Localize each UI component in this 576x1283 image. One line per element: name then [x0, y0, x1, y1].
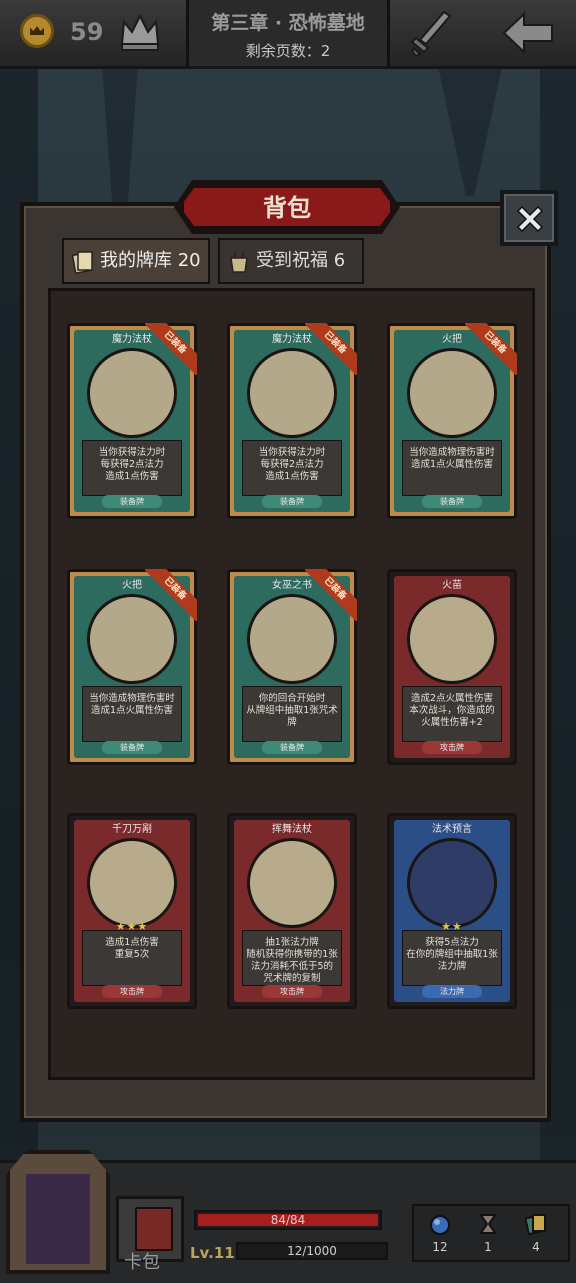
xp-bar: 12/1000: [236, 1242, 388, 1260]
card-description: 当你获得法力时 每获得2点法力 造成1点伤害: [82, 440, 182, 496]
card[interactable]: 挥舞法杖抽1张法力牌 随机获得你携带的1张 法力消耗不低于5的 咒术牌的复制 攻击…: [227, 813, 357, 1009]
hp-bar: 84/84: [194, 1210, 382, 1230]
tab-count: 20: [177, 250, 201, 271]
cards-count: 4: [532, 1240, 540, 1254]
pages-remaining: 剩余页数：2: [245, 42, 331, 60]
equipped-ribbon: 已装备: [305, 323, 357, 375]
card-type: 攻击牌: [102, 985, 162, 998]
card-description: 获得5点法力 在你的牌组中抽取1张 法力牌: [402, 930, 502, 986]
player-level: Lv.11: [190, 1244, 235, 1262]
tab-my-deck[interactable]: 我的牌库 20: [62, 238, 210, 284]
card[interactable]: 千刀万剐 ★★★ 造成1点伤害 重复5次 攻击牌: [67, 813, 197, 1009]
card[interactable]: 女巫之书 你的回合开始时 从牌组中抽取1张咒术牌 装备牌 已装备: [227, 569, 357, 765]
card-grid: 魔力法杖 当你获得法力时 每获得2点法力 造成1点伤害 装备牌 已装备 魔力法杖 当你获得…: [48, 288, 535, 1080]
sword-icon[interactable]: [408, 8, 454, 58]
equipped-ribbon: 已装备: [305, 569, 357, 621]
equipped-label: 已装备: [465, 323, 517, 375]
xp-text: 12/1000: [287, 1244, 337, 1258]
mana-count: 12: [432, 1240, 448, 1254]
hourglass-count: 1: [484, 1240, 492, 1254]
card-art: [247, 838, 337, 928]
card-description: 抽1张法力牌 随机获得你携带的1张 法力消耗不低于5的 咒术牌的复制: [242, 930, 342, 986]
equipped-ribbon: 已装备: [145, 569, 197, 621]
equipped-ribbon: 已装备: [465, 323, 517, 375]
bucket-icon: [230, 251, 248, 273]
chapter-title: 第三章 · 恐怖墓地: [211, 12, 365, 34]
card-description: 造成2点火属性伤害 本次战斗，你造成的 火属性伤害+2: [402, 686, 502, 742]
equipped-label: 已装备: [305, 323, 357, 375]
card-name: 千刀万剐: [112, 824, 152, 835]
card[interactable]: 火苗造成2点火属性伤害 本次战斗，你造成的 火属性伤害+2 攻击牌: [387, 569, 517, 765]
deck-label: 卡包: [124, 1252, 160, 1273]
card-type: 装备牌: [262, 741, 322, 754]
equipped-label: 已装备: [145, 323, 197, 375]
card-type: 装备牌: [102, 495, 162, 508]
tab-count: 6: [333, 250, 346, 271]
card-name: 挥舞法杖: [272, 824, 312, 835]
card-description: 造成1点伤害 重复5次: [82, 930, 182, 986]
modal-title: 背包: [263, 194, 311, 222]
back-arrow-icon[interactable]: [500, 10, 556, 56]
tab-label: 受到祝福: [256, 250, 328, 271]
close-icon: [516, 205, 544, 233]
mana-resource[interactable]: 12: [420, 1200, 460, 1260]
card-type: 攻击牌: [422, 741, 482, 754]
card[interactable]: 法术预言 ★★ 获得5点法力 在你的牌组中抽取1张 法力牌 法力牌: [387, 813, 517, 1009]
cards-icon: [72, 251, 93, 274]
card-art: [407, 594, 497, 684]
equipped-label: 已装备: [145, 569, 197, 621]
card-type: 装备牌: [102, 741, 162, 754]
equipped-label: 已装备: [305, 569, 357, 621]
card-type: 装备牌: [422, 495, 482, 508]
hourglass-icon: [479, 1214, 497, 1234]
card-name: 法术预言: [432, 824, 472, 835]
gold-coin-icon: [20, 14, 54, 48]
card-description: 当你获得法力时 每获得2点法力 造成1点伤害: [242, 440, 342, 496]
card[interactable]: 魔力法杖 当你获得法力时 每获得2点法力 造成1点伤害 装备牌 已装备: [67, 323, 197, 519]
card-art: [407, 838, 497, 928]
close-button[interactable]: [500, 190, 558, 246]
hp-text: 84/84: [270, 1213, 306, 1227]
card-description: 你的回合开始时 从牌组中抽取1张咒术牌: [242, 686, 342, 742]
equipped-ribbon: 已装备: [145, 323, 197, 375]
card-art: [87, 838, 177, 928]
card-description: 当你造成物理伤害时 造成1点火属性伤害: [402, 440, 502, 496]
card[interactable]: 火把 当你造成物理伤害时 造成1点火属性伤害 装备牌 已装备: [387, 323, 517, 519]
top-bar: 59 第三章 · 恐怖墓地 剩余页数：2: [0, 0, 576, 69]
card-type: 法力牌: [422, 985, 482, 998]
tab-blessings[interactable]: 受到祝福 6: [218, 238, 364, 284]
gold-count: 59: [70, 18, 104, 46]
crown-icon[interactable]: [118, 10, 162, 54]
cards-resource[interactable]: 4: [516, 1200, 556, 1260]
chapter-panel: 第三章 · 恐怖墓地 剩余页数：2: [186, 0, 390, 66]
card-description: 当你造成物理伤害时 造成1点火属性伤害: [82, 686, 182, 742]
background-tree: [438, 66, 502, 196]
card[interactable]: 火把 当你造成物理伤害时 造成1点火属性伤害 装备牌 已装备: [67, 569, 197, 765]
card-name: 火苗: [442, 580, 462, 591]
card-pack-icon: [135, 1207, 173, 1251]
card-type: 攻击牌: [262, 985, 322, 998]
tab-label: 我的牌库: [100, 250, 172, 271]
card-type: 装备牌: [262, 495, 322, 508]
card[interactable]: 魔力法杖 当你获得法力时 每获得2点法力 造成1点伤害 装备牌 已装备: [227, 323, 357, 519]
hero-portrait[interactable]: [6, 1150, 110, 1274]
hourglass-resource[interactable]: 1: [468, 1200, 508, 1260]
cards-icon: [524, 1214, 546, 1236]
backpack-modal: 魔力法杖 当你获得法力时 每获得2点法力 造成1点伤害 装备牌 已装备 魔力法杖 当你获得…: [20, 202, 551, 1122]
mana-orb-icon: [430, 1215, 450, 1235]
